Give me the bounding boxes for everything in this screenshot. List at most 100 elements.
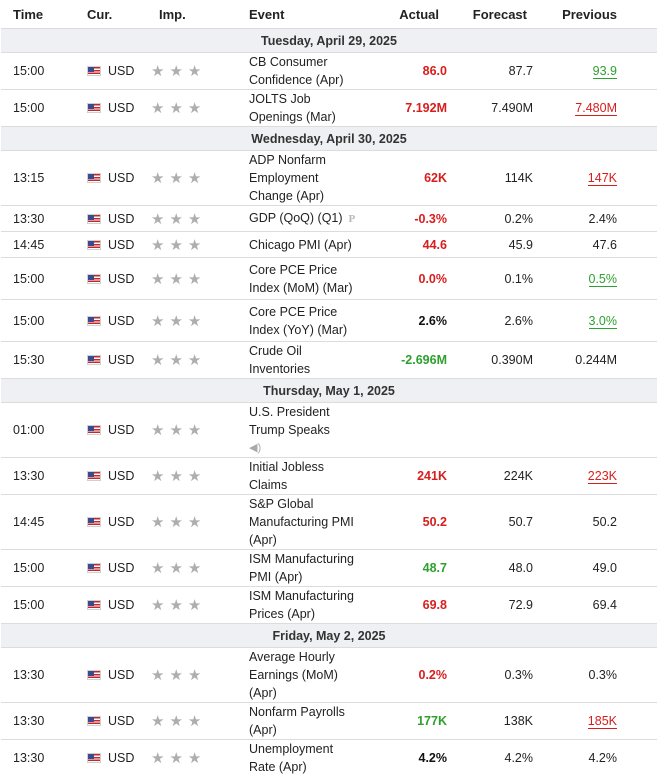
preliminary-tag: P [349, 213, 356, 225]
event-currency: USD [79, 151, 151, 206]
col-currency[interactable]: Cur. [79, 0, 151, 29]
event-row[interactable]: 13:30USD★★★GDP (QoQ) (Q1)P-0.3%0.2%2.4% [1, 206, 657, 232]
actual-cell: 241K [361, 458, 453, 495]
event-name[interactable]: ISM Manufacturing PMI (Apr) [249, 552, 354, 584]
event-cell[interactable]: Nonfarm Payrolls (Apr) [249, 703, 361, 740]
calendar-body: Tuesday, April 29, 202515:00USD★★★CB Con… [1, 29, 657, 776]
event-currency: USD [79, 53, 151, 90]
event-row[interactable]: 14:45USD★★★Chicago PMI (Apr)44.645.947.6 [1, 232, 657, 258]
event-cell[interactable]: ADP Nonfarm Employment Change (Apr) [249, 151, 361, 206]
event-row[interactable]: 01:00USD★★★U.S. President Trump Speaks◀) [1, 403, 657, 458]
currency-code: USD [108, 561, 134, 575]
event-cell[interactable]: ISM Manufacturing PMI (Apr) [249, 550, 361, 587]
event-row[interactable]: 15:00USD★★★JOLTS Job Openings (Mar)7.192… [1, 90, 657, 127]
star-icon: ★ [188, 422, 201, 439]
star-icon: ★ [151, 667, 164, 684]
currency-code: USD [108, 423, 134, 437]
actual-value: 177K [417, 714, 447, 728]
event-name[interactable]: Average Hourly Earnings (MoM) (Apr) [249, 650, 338, 700]
event-row[interactable]: 14:45USD★★★S&P Global Manufacturing PMI … [1, 495, 657, 550]
event-currency: USD [79, 587, 151, 624]
event-cell[interactable]: GDP (QoQ) (Q1) P [249, 206, 361, 232]
event-name[interactable]: Chicago PMI (Apr) [249, 238, 352, 252]
day-header-row: Thursday, May 1, 2025 [1, 379, 657, 403]
star-icon: ★ [151, 237, 164, 254]
forecast-value: 224K [453, 458, 539, 495]
event-name[interactable]: S&P Global Manufacturing PMI (Apr) [249, 497, 354, 547]
event-name[interactable]: CB Consumer Confidence (Apr) [249, 55, 344, 87]
event-name[interactable]: Initial Jobless Claims [249, 460, 324, 492]
event-row[interactable]: 15:00USD★★★ISM Manufacturing PMI (Apr)48… [1, 550, 657, 587]
us-flag-icon [87, 716, 101, 726]
event-cell[interactable]: Unemployment Rate (Apr) [249, 740, 361, 776]
event-name[interactable]: ISM Manufacturing Prices (Apr) [249, 589, 354, 621]
importance-stars: ★★★ [151, 151, 249, 206]
forecast-value: 114K [453, 151, 539, 206]
event-time: 13:30 [1, 740, 79, 776]
event-name[interactable]: Core PCE Price Index (YoY) (Mar) [249, 305, 347, 337]
currency-code: USD [108, 238, 134, 252]
event-row[interactable]: 13:30USD★★★Unemployment Rate (Apr)4.2%4.… [1, 740, 657, 776]
currency-code: USD [108, 515, 134, 529]
event-name[interactable]: GDP (QoQ) (Q1) [249, 211, 343, 225]
day-header-row: Tuesday, April 29, 2025 [1, 29, 657, 53]
event-row[interactable]: 13:30USD★★★Average Hourly Earnings (MoM)… [1, 648, 657, 703]
event-name[interactable]: JOLTS Job Openings (Mar) [249, 92, 336, 124]
event-cell[interactable]: CB Consumer Confidence (Apr) [249, 53, 361, 90]
col-previous[interactable]: Previous [539, 0, 657, 29]
actual-value: -0.3% [414, 212, 447, 226]
event-cell[interactable]: S&P Global Manufacturing PMI (Apr) [249, 495, 361, 550]
event-row[interactable]: 15:00USD★★★ISM Manufacturing Prices (Apr… [1, 587, 657, 624]
event-currency: USD [79, 206, 151, 232]
event-row[interactable]: 15:00USD★★★Core PCE Price Index (YoY) (M… [1, 300, 657, 342]
star-icon: ★ [188, 170, 201, 187]
forecast-value [453, 403, 539, 458]
event-cell[interactable]: JOLTS Job Openings (Mar) [249, 90, 361, 127]
us-flag-icon [87, 173, 101, 183]
event-name[interactable]: Unemployment Rate (Apr) [249, 742, 333, 774]
speaker-icon: ◀) [249, 439, 361, 457]
star-icon: ★ [169, 560, 182, 577]
event-cell[interactable]: Initial Jobless Claims [249, 458, 361, 495]
event-name[interactable]: ADP Nonfarm Employment Change (Apr) [249, 153, 326, 203]
day-label: Tuesday, April 29, 2025 [1, 29, 657, 53]
event-cell[interactable]: Crude Oil Inventories [249, 342, 361, 379]
star-icon: ★ [188, 100, 201, 117]
event-row[interactable]: 13:15USD★★★ADP Nonfarm Employment Change… [1, 151, 657, 206]
event-cell[interactable]: U.S. President Trump Speaks ◀) [249, 403, 361, 458]
forecast-value: 50.7 [453, 495, 539, 550]
previous-cell: 7.480M [539, 90, 657, 127]
event-name[interactable]: Nonfarm Payrolls (Apr) [249, 705, 345, 737]
importance-stars: ★★★ [151, 206, 249, 232]
col-forecast[interactable]: Forecast [453, 0, 539, 29]
event-cell[interactable]: Core PCE Price Index (MoM) (Mar) [249, 258, 361, 300]
event-row[interactable]: 15:00USD★★★Core PCE Price Index (MoM) (M… [1, 258, 657, 300]
previous-value: 93.9 [593, 64, 617, 79]
forecast-value: 0.3% [453, 648, 539, 703]
previous-cell: 47.6 [539, 232, 657, 258]
day-label: Wednesday, April 30, 2025 [1, 127, 657, 151]
event-cell[interactable]: Chicago PMI (Apr) [249, 232, 361, 258]
event-row[interactable]: 15:30USD★★★Crude Oil Inventories-2.696M0… [1, 342, 657, 379]
event-row[interactable]: 15:00USD★★★CB Consumer Confidence (Apr)8… [1, 53, 657, 90]
col-event[interactable]: Event [249, 0, 361, 29]
event-cell[interactable]: ISM Manufacturing Prices (Apr) [249, 587, 361, 624]
previous-cell: 49.0 [539, 550, 657, 587]
event-row[interactable]: 13:30USD★★★Initial Jobless Claims241K224… [1, 458, 657, 495]
actual-value: 86.0 [423, 64, 447, 78]
col-actual[interactable]: Actual [361, 0, 453, 29]
event-time: 15:00 [1, 53, 79, 90]
event-cell[interactable]: Core PCE Price Index (YoY) (Mar) [249, 300, 361, 342]
event-cell[interactable]: Average Hourly Earnings (MoM) (Apr) [249, 648, 361, 703]
col-importance[interactable]: Imp. [151, 0, 249, 29]
event-time: 15:00 [1, 258, 79, 300]
previous-cell: 0.244M [539, 342, 657, 379]
event-name[interactable]: Crude Oil Inventories [249, 344, 310, 376]
us-flag-icon [87, 753, 101, 763]
event-name[interactable]: Core PCE Price Index (MoM) (Mar) [249, 263, 352, 295]
event-currency: USD [79, 495, 151, 550]
event-row[interactable]: 13:30USD★★★Nonfarm Payrolls (Apr)177K138… [1, 703, 657, 740]
event-name[interactable]: U.S. President Trump Speaks [249, 405, 330, 437]
col-time[interactable]: Time [1, 0, 79, 29]
star-icon: ★ [151, 422, 164, 439]
